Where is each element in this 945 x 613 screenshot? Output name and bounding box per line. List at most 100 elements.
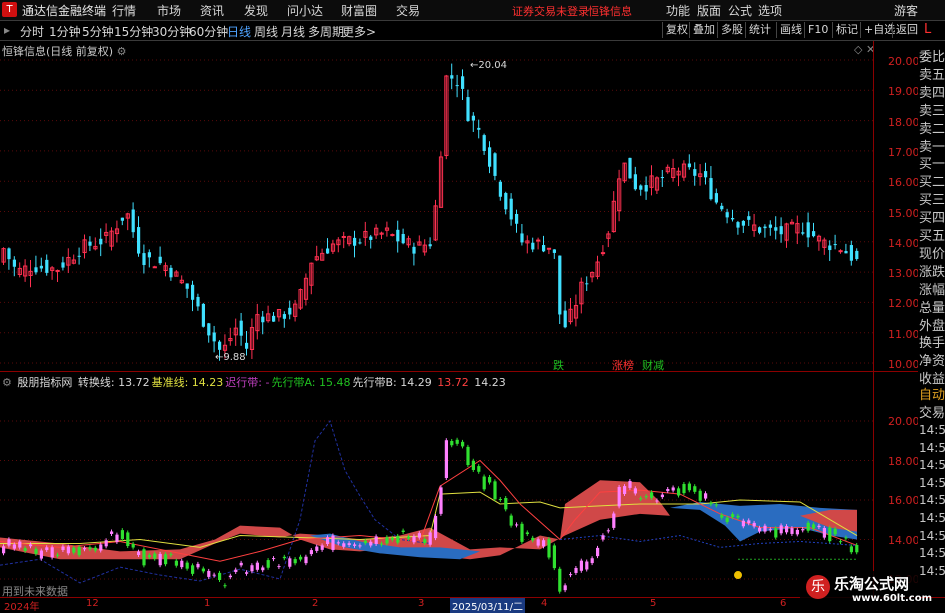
menu-item-options[interactable]: 选项 xyxy=(758,2,782,19)
period-tab-multi[interactable]: 多周期 xyxy=(308,23,344,40)
menu-item-trade[interactable]: 交易 xyxy=(396,2,420,19)
menu-item-function[interactable]: 功能 xyxy=(666,2,690,19)
adjust-button[interactable]: 复权 xyxy=(662,22,691,38)
price-tick: 20.00 xyxy=(888,55,920,68)
candle-body xyxy=(558,255,562,315)
date-tick: 2025/03/11/二 xyxy=(450,598,526,613)
indicator-bar xyxy=(650,492,654,498)
candle-body xyxy=(736,222,740,228)
indicator-bar xyxy=(142,549,146,566)
candle-body xyxy=(55,269,60,272)
settings-gear-icon[interactable]: ⚙ xyxy=(117,45,127,58)
indicator-bar xyxy=(196,563,200,568)
indicator-name[interactable]: 殷朋指标网 xyxy=(17,376,72,389)
candle-body xyxy=(687,163,691,168)
candle-body xyxy=(455,85,459,87)
trade-time: 14:56 xyxy=(919,528,945,543)
candle-body xyxy=(828,245,832,251)
menu-item-formula[interactable]: 公式 xyxy=(728,2,752,19)
indicator-bar xyxy=(763,525,767,532)
quote-label: 买二 xyxy=(919,175,945,191)
period-tab-daily[interactable]: 日线 xyxy=(227,23,251,40)
period-tab-30min[interactable]: 30分钟 xyxy=(152,23,191,40)
indicator-bar xyxy=(185,562,189,569)
candle-body xyxy=(779,226,783,235)
multi-stock-button[interactable]: 多股 xyxy=(717,22,746,38)
candle-body xyxy=(185,283,189,289)
candle-body xyxy=(461,76,465,89)
candle-body xyxy=(714,193,718,203)
candle-body xyxy=(693,169,697,176)
period-tab-5min[interactable]: 5分钟 xyxy=(82,23,114,40)
login-notice[interactable]: 证券交易未登录 xyxy=(512,3,589,19)
indicator-bar xyxy=(655,500,659,502)
indicator-bar xyxy=(704,493,708,499)
indicator-bar xyxy=(844,537,848,539)
indicator-bar xyxy=(250,565,254,572)
candle-body xyxy=(137,227,141,254)
indicator-bar xyxy=(461,441,465,447)
menu-item-news[interactable]: 资讯 xyxy=(200,2,224,19)
candle-body xyxy=(341,236,346,239)
candle-body xyxy=(488,147,492,167)
event-tag: 跌 xyxy=(553,358,564,371)
f10-button[interactable]: F10 xyxy=(804,22,831,38)
price-tick: 18.00 xyxy=(888,115,920,129)
candle-body xyxy=(801,232,805,234)
legend-gear-icon[interactable]: ⚙ xyxy=(2,376,12,389)
indicator-bar xyxy=(66,546,70,554)
period-tab-monthly[interactable]: 月线 xyxy=(281,23,305,40)
date-tick: 4 xyxy=(541,598,548,609)
overlay-button[interactable]: 叠加 xyxy=(689,22,718,38)
indicator-bar xyxy=(806,522,810,531)
trade-label[interactable]: 交易 xyxy=(919,402,945,421)
indicator-tick: 20.00 xyxy=(888,415,920,428)
indicator-bar xyxy=(520,523,524,542)
period-tab-60min[interactable]: 60分钟 xyxy=(189,23,228,40)
menu-item-discover[interactable]: 发现 xyxy=(244,2,268,19)
price-tick: 13.00 xyxy=(888,267,920,281)
menu-item-layout[interactable]: 版面 xyxy=(697,2,721,19)
price-tick: 19.00 xyxy=(888,85,920,99)
statistics-button[interactable]: 统计 xyxy=(745,22,774,38)
indicator-bar xyxy=(374,536,378,544)
menu-item-market-quotes[interactable]: 行情 xyxy=(112,2,136,19)
indicator-bar xyxy=(698,490,702,501)
period-tab-15min[interactable]: 15分钟 xyxy=(114,23,153,40)
auto-label[interactable]: 自动 xyxy=(919,384,945,403)
ichimoku-indicator-chart[interactable] xyxy=(0,371,873,599)
indicator-bar xyxy=(666,488,670,492)
menu-item-wealth[interactable]: 财富圈 xyxy=(341,2,377,19)
indicator-value-6: 14.23 xyxy=(470,376,506,389)
indicator-bar xyxy=(741,520,745,527)
menu-item-market[interactable]: 市场 xyxy=(157,2,181,19)
period-tab-more[interactable]: 更多> xyxy=(342,23,376,40)
indicator-bar xyxy=(450,440,454,446)
indicator-bar xyxy=(304,556,308,564)
candle-body xyxy=(390,234,395,237)
indicator-bar xyxy=(363,540,367,544)
candle-body xyxy=(546,247,552,250)
candle-body xyxy=(131,209,135,233)
menu-item-ask[interactable]: 问小达 xyxy=(287,2,323,19)
period-tab-weekly[interactable]: 周线 xyxy=(254,23,278,40)
indicator-bar xyxy=(509,515,513,526)
draw-line-button[interactable]: 画线 xyxy=(776,22,805,38)
period-tab-1min[interactable]: 1分钟 xyxy=(49,23,81,40)
candle-body xyxy=(806,222,810,238)
candle-body xyxy=(628,157,632,179)
candle-body xyxy=(288,307,292,315)
indicator-bar xyxy=(752,522,756,527)
period-tab-intraday[interactable]: 分时 xyxy=(20,23,44,40)
indicator-bar xyxy=(482,476,486,490)
quote-label: 卖二 xyxy=(919,121,945,137)
guest-label[interactable]: 游客 xyxy=(894,2,918,19)
indicator-bar xyxy=(585,561,589,570)
back-button[interactable]: 返回 xyxy=(892,22,921,38)
expand-icon[interactable]: ◇ xyxy=(854,43,862,56)
indicator-bar xyxy=(131,543,135,548)
pointer-icon[interactable]: ▸ xyxy=(4,23,10,37)
candle-body xyxy=(855,250,859,260)
mark-button[interactable]: 标记 xyxy=(832,22,861,38)
candlestick-chart[interactable]: ←20.04 ←9.88 跌 涨榜 财减 xyxy=(0,41,873,371)
